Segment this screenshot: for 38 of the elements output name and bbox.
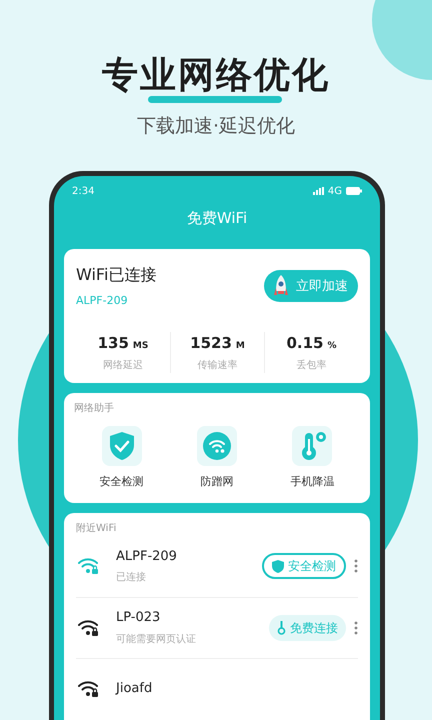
stat-unit: MS [132, 340, 148, 352]
stat-label: 网络延迟 [103, 359, 143, 373]
network-type: 4G [328, 184, 342, 198]
stat-value: 0.15 [286, 332, 324, 354]
headline: 专业网络优化 [102, 58, 330, 94]
subheadline: 下载加速·延迟优化 [136, 114, 296, 139]
battery-icon [346, 187, 362, 195]
wifi-lock-icon [78, 618, 100, 636]
stat-value: 1523 [190, 332, 232, 354]
shield-check-icon [108, 431, 135, 461]
wifi-lock-icon [78, 557, 100, 575]
key-icon [277, 620, 286, 634]
network-status: 可能需要网页认证 [116, 632, 197, 647]
section-title: 附近WiFi [76, 522, 118, 536]
stat-value: 135 [98, 332, 129, 354]
section-title: 网络助手 [74, 402, 115, 416]
wifi-lock-icon [78, 680, 100, 698]
stat-unit: M [236, 340, 245, 352]
app-title: 免费WiFi [186, 208, 248, 228]
stat-label: 传输速率 [198, 358, 238, 373]
network-name: LP-023 [116, 609, 162, 628]
connection-status: WiFi已连接 [76, 264, 156, 286]
wifi-icon [202, 432, 231, 460]
signal-icon [312, 187, 324, 195]
tool-item[interactable]: 手机降温 [264, 426, 360, 490]
network-name: ALPF-209 [116, 548, 178, 566]
shield-icon [272, 560, 284, 572]
tool-item[interactable]: 安全检测 [74, 426, 170, 490]
stat-unit: % [327, 340, 337, 352]
network-name: Jioafd [116, 680, 154, 698]
stat-label: 丢包率 [296, 358, 326, 373]
more-icon[interactable] [354, 559, 358, 573]
tool-item[interactable]: 防蹭网 [169, 426, 265, 490]
ssid-label: ALPF-209 [76, 293, 129, 309]
network-status: 已连接 [116, 570, 147, 586]
rocket-icon [274, 275, 288, 298]
more-icon[interactable] [354, 620, 358, 634]
status-time: 2:34 [72, 184, 94, 198]
